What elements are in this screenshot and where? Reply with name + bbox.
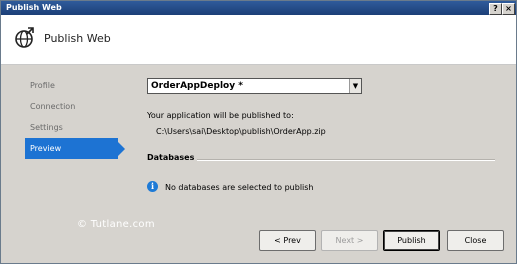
profile-select[interactable]: OrderAppDeploy * ▼ [147,78,362,94]
window-title: Publish Web [6,3,62,12]
databases-message: No databases are selected to publish [165,183,314,192]
prev-button[interactable]: < Prev [259,230,316,251]
nav-item-preview[interactable]: Preview [25,138,125,159]
info-icon: i [147,181,158,192]
window-close-button[interactable]: × [502,3,515,15]
nav-item-settings[interactable]: Settings [25,117,120,138]
publish-button[interactable]: Publish [383,230,440,251]
databases-divider [197,159,495,161]
chevron-down-icon[interactable]: ▼ [349,79,361,93]
profile-select-value: OrderAppDeploy * [151,81,243,91]
globe-upload-icon [15,27,34,48]
nav-item-connection[interactable]: Connection [25,96,120,117]
dialog-header: Publish Web [1,15,516,65]
close-button[interactable]: Close [447,230,504,251]
wizard-nav: Profile Connection Settings Preview [25,75,125,159]
nav-item-profile[interactable]: Profile [25,75,120,96]
watermark: © Tutlane.com [77,219,155,230]
publish-message: Your application will be published to: [147,111,294,120]
databases-heading: Databases [147,153,195,162]
next-button[interactable]: Next > [321,230,378,251]
title-bar: Publish Web ? × [1,1,516,15]
dialog-header-title: Publish Web [44,32,111,45]
help-button[interactable]: ? [489,3,502,15]
publish-path: C:\Users\sai\Desktop\publish\OrderApp.zi… [156,127,326,136]
publish-web-dialog: Publish Web ? × Publish Web Profile Conn… [0,0,517,264]
